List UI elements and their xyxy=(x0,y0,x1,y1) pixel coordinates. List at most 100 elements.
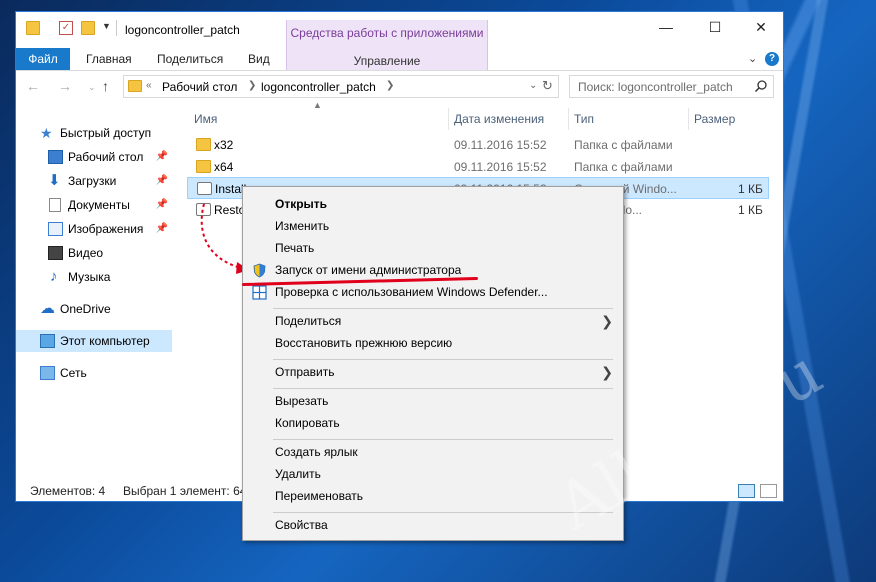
search-box[interactable]: Поиск: logoncontroller_patch xyxy=(569,75,774,98)
sidebar-item-label: Быстрый доступ xyxy=(60,126,152,140)
quick-access-dropdown-icon[interactable]: ▼ xyxy=(102,21,111,31)
tab-home[interactable]: Главная xyxy=(86,48,132,70)
file-size: 1 КБ xyxy=(738,182,763,196)
properties-icon[interactable]: ✓ xyxy=(59,21,73,35)
file-row[interactable]: x64 09.11.2016 15:52 Папка с файлами xyxy=(187,156,769,178)
breadcrumb-chevron-icon[interactable]: ❯ xyxy=(386,80,394,91)
new-folder-icon[interactable] xyxy=(81,21,95,35)
navigation-bar: ← → ⌄ ↑ « Рабочий стол ❯ logoncontroller… xyxy=(16,74,783,100)
sidebar-item-pictures[interactable]: Изображения 📌 xyxy=(16,218,172,240)
folder-icon xyxy=(26,21,40,35)
folder-icon xyxy=(196,160,211,173)
tab-view[interactable]: Вид xyxy=(248,48,270,70)
address-bar[interactable]: « Рабочий стол ❯ logoncontroller_patch ❯… xyxy=(123,75,559,98)
menu-item-label: Проверка с использованием Windows Defend… xyxy=(275,285,548,299)
large-icons-view-icon[interactable] xyxy=(760,484,777,498)
ribbon-divider xyxy=(16,70,783,71)
defender-icon xyxy=(252,285,267,300)
file-date: 09.11.2016 15:52 xyxy=(454,138,547,152)
breadcrumb-chevron-icon[interactable]: ❯ xyxy=(248,80,256,91)
navigation-pane: ★ Быстрый доступ Рабочий стол 📌 ⬇ Загруз… xyxy=(16,108,176,478)
menu-item-restore-previous[interactable]: Восстановить прежнюю версию xyxy=(243,333,623,354)
address-dropdown-icon[interactable]: ⌄ xyxy=(529,80,537,91)
downloads-icon: ⬇ xyxy=(48,172,61,189)
cloud-icon: ☁ xyxy=(40,300,55,317)
pictures-icon xyxy=(48,222,63,236)
menu-item-defender-scan[interactable]: Проверка с использованием Windows Defend… xyxy=(243,282,623,303)
column-divider[interactable] xyxy=(448,108,449,130)
sidebar-item-label: Загрузки xyxy=(68,174,117,188)
sidebar-item-documents[interactable]: Документы 📌 xyxy=(16,194,172,216)
column-header-name[interactable]: Имя xyxy=(194,108,217,130)
minimize-button[interactable]: — xyxy=(643,12,689,42)
submenu-arrow-icon: ❯ xyxy=(601,313,613,329)
sort-ascending-icon: ▲ xyxy=(313,100,322,110)
breadcrumb-overflow[interactable]: « xyxy=(146,80,152,91)
contextual-group-title: Средства работы с приложениями xyxy=(290,26,484,40)
folder-icon xyxy=(196,138,211,151)
pin-icon[interactable]: 📌 xyxy=(156,194,168,216)
menu-separator xyxy=(273,439,613,440)
submenu-arrow-icon: ❯ xyxy=(601,364,613,380)
menu-separator xyxy=(273,388,613,389)
sidebar-item-video[interactable]: Видео xyxy=(16,242,172,264)
window-title: logoncontroller_patch xyxy=(125,23,240,37)
menu-item-label: Отправить xyxy=(275,365,335,379)
file-date: 09.11.2016 15:52 xyxy=(454,160,547,174)
menu-item-create-shortcut[interactable]: Создать ярлык xyxy=(243,442,623,463)
uac-shield-icon xyxy=(253,263,266,278)
breadcrumb-item-folder[interactable]: logoncontroller_patch xyxy=(261,80,376,94)
menu-item-open[interactable]: Открыть xyxy=(243,194,623,215)
sidebar-item-label: OneDrive xyxy=(60,302,111,316)
tab-share[interactable]: Поделиться xyxy=(157,48,223,70)
details-view-icon[interactable] xyxy=(738,484,755,498)
sidebar-item-label: Изображения xyxy=(68,222,144,236)
sidebar-item-music[interactable]: ♪ Музыка xyxy=(16,266,172,288)
menu-item-copy[interactable]: Копировать xyxy=(243,413,623,434)
file-type: Папка с файлами xyxy=(574,138,673,152)
sidebar-item-network[interactable]: Сеть xyxy=(16,362,172,384)
file-row[interactable]: x32 09.11.2016 15:52 Папка с файлами xyxy=(187,134,769,156)
menu-item-label: Поделиться xyxy=(275,314,342,328)
ribbon-tabs: Файл Главная Поделиться Вид ⌄ xyxy=(16,48,783,70)
close-button[interactable]: ✕ xyxy=(738,12,783,42)
menu-item-cut[interactable]: Вырезать xyxy=(243,391,623,412)
back-button[interactable]: ← xyxy=(26,78,40,94)
pin-icon[interactable]: 📌 xyxy=(156,218,168,240)
file-size: 1 КБ xyxy=(738,203,763,217)
column-header-type[interactable]: Тип xyxy=(574,108,594,130)
column-divider[interactable] xyxy=(688,108,689,130)
sidebar-item-label: Документы xyxy=(68,198,130,212)
menu-item-send-to[interactable]: Отправить ❯ xyxy=(243,362,623,383)
recent-locations-icon[interactable]: ⌄ xyxy=(88,82,96,93)
sidebar-item-onedrive[interactable]: ☁ OneDrive xyxy=(16,298,172,320)
sidebar-item-quick-access[interactable]: ★ Быстрый доступ xyxy=(16,122,172,144)
maximize-button[interactable]: ☐ xyxy=(692,12,738,42)
search-icon[interactable] xyxy=(754,79,768,93)
forward-button[interactable]: → xyxy=(58,78,72,94)
column-header-date[interactable]: Дата изменения xyxy=(454,108,544,130)
breadcrumb-item-desktop[interactable]: Рабочий стол xyxy=(162,80,237,94)
up-button[interactable]: ↑ xyxy=(102,78,109,94)
search-input[interactable]: Поиск: logoncontroller_patch xyxy=(578,80,733,94)
menu-item-share[interactable]: Поделиться ❯ xyxy=(243,311,623,332)
help-icon[interactable]: ? xyxy=(765,52,779,66)
refresh-icon[interactable]: ↻ xyxy=(542,78,553,94)
tab-file[interactable]: Файл xyxy=(16,48,70,70)
status-items-count: Элементов: 4 xyxy=(30,484,106,498)
sidebar-item-desktop[interactable]: Рабочий стол 📌 xyxy=(16,146,172,168)
menu-item-label: Запуск от имени администратора xyxy=(275,263,462,277)
menu-item-edit[interactable]: Изменить xyxy=(243,216,623,237)
column-header-size[interactable]: Размер xyxy=(694,108,735,130)
video-icon xyxy=(48,246,63,260)
folder-icon xyxy=(128,80,142,92)
sidebar-item-this-pc[interactable]: Этот компьютер xyxy=(16,330,172,352)
pin-icon[interactable]: 📌 xyxy=(156,170,168,192)
ribbon-expand-icon[interactable]: ⌄ xyxy=(748,52,757,65)
sidebar-item-label: Рабочий стол xyxy=(68,150,144,164)
column-divider[interactable] xyxy=(568,108,569,130)
pin-icon[interactable]: 📌 xyxy=(156,146,168,168)
menu-item-print[interactable]: Печать xyxy=(243,238,623,259)
sidebar-item-downloads[interactable]: ⬇ Загрузки 📌 xyxy=(16,170,172,192)
file-name: x32 xyxy=(214,138,234,152)
